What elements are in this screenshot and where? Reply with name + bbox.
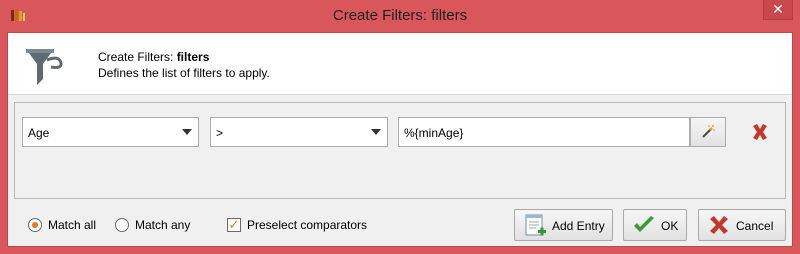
magic-wand-icon xyxy=(702,125,715,138)
dialog-body: Create Filters: filters Defines the list… xyxy=(7,32,793,247)
chevron-down-icon xyxy=(182,129,192,135)
header-title-name: filters xyxy=(176,50,210,64)
close-icon: ✕ xyxy=(772,1,784,17)
ok-button[interactable]: OK xyxy=(623,209,687,241)
title-bar[interactable]: Create Filters: filters ✕ xyxy=(0,0,800,32)
expression-wizard-button[interactable] xyxy=(690,117,726,147)
preselect-comparators-label: Preselect comparators xyxy=(247,218,368,232)
header-description: Defines the list of filters to apply. xyxy=(98,66,270,80)
add-entry-button[interactable]: Add Entry xyxy=(514,209,613,241)
add-entry-icon xyxy=(525,214,546,236)
field-select-value: Age xyxy=(28,126,50,140)
match-all-label: Match all xyxy=(48,218,97,232)
match-any-label: Match any xyxy=(135,218,191,232)
radio-checked-icon xyxy=(28,218,42,232)
cancel-button[interactable]: Cancel xyxy=(698,209,786,241)
cancel-label: Cancel xyxy=(736,219,774,233)
add-entry-label: Add Entry xyxy=(552,219,605,233)
cancel-x-icon xyxy=(710,216,728,234)
window-title: Create Filters: filters xyxy=(332,7,468,24)
operator-select-value: > xyxy=(216,126,224,140)
delete-x-icon xyxy=(753,124,767,140)
chevron-down-icon xyxy=(371,129,381,135)
dialog-window: Create Filters: filters ✕ Create Filters… xyxy=(0,0,800,254)
filter-list: Age > %{minAge} xyxy=(14,102,786,199)
checkmark-icon: ✓ xyxy=(227,217,241,232)
radio-unchecked-icon xyxy=(115,218,129,232)
header-title-prefix: Create Filters: xyxy=(98,50,177,64)
checkmark-ok-icon xyxy=(634,216,654,232)
field-select[interactable]: Age xyxy=(22,117,199,147)
value-input-text: %{minAge} xyxy=(404,126,464,140)
funnel-icon xyxy=(23,45,67,89)
close-button[interactable]: ✕ xyxy=(763,0,793,20)
ok-label: OK xyxy=(661,219,679,233)
dialog-header: Create Filters: filters Defines the list… xyxy=(8,33,792,95)
value-input[interactable]: %{minAge} xyxy=(398,117,690,147)
operator-select[interactable]: > xyxy=(210,117,388,147)
remove-filter-button[interactable] xyxy=(749,121,771,143)
header-title: Create Filters: filters xyxy=(98,50,209,64)
